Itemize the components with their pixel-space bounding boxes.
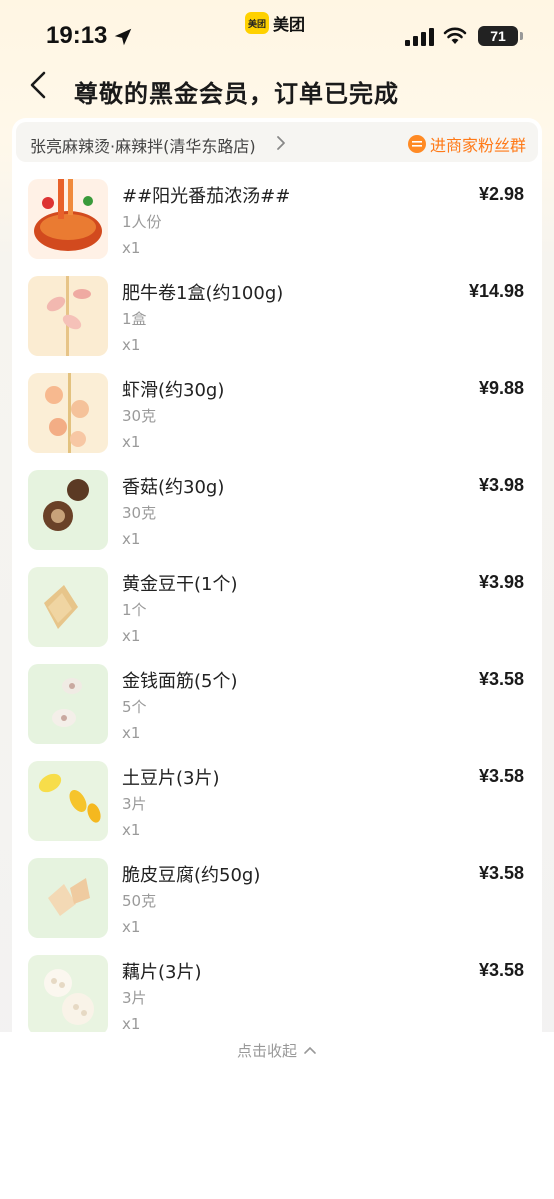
item-price: ¥3.58 <box>478 766 524 786</box>
store-bar: 张亮麻辣烫·麻辣拌(清华东路店) 进商家粉丝群 <box>16 122 538 162</box>
item-spec: 3片 <box>122 989 147 1007</box>
item-price: ¥2.98 <box>478 184 524 204</box>
gluten-image <box>28 664 108 744</box>
item-name: 黄金豆干(1个) <box>122 574 238 595</box>
order-item[interactable]: ##阳光番茄浓汤## 1人份 x1 ¥2.98 <box>12 176 542 273</box>
item-quantity: x1 <box>122 336 141 354</box>
order-item[interactable]: 土豆片(3片) 3片 x1 ¥3.58 <box>12 758 542 855</box>
tomato-soup-image <box>28 179 108 259</box>
order-item[interactable]: 虾滑(约30g) 30克 x1 ¥9.88 <box>12 370 542 467</box>
item-spec: 1盒 <box>122 310 147 328</box>
store-name-link[interactable]: 张亮麻辣烫·麻辣拌(清华东路店) <box>30 133 256 157</box>
page-title: 尊敬的黑金会员，订单已完成 <box>74 80 399 108</box>
bottom-area <box>0 1068 554 1199</box>
beef-roll-image <box>28 276 108 356</box>
order-item-list: ##阳光番茄浓汤## 1人份 x1 ¥2.98 肥牛卷1盒(约100g) 1盒 x1 ¥14.… <box>12 176 542 1146</box>
battery-indicator: 71 <box>478 26 518 46</box>
chevron-right-icon[interactable] <box>275 135 287 151</box>
collapse-button[interactable]: 点击收起 <box>0 1032 554 1068</box>
back-arrow-icon[interactable] <box>26 70 52 100</box>
item-price: ¥14.98 <box>468 281 524 301</box>
item-quantity: x1 <box>122 433 141 451</box>
item-price: ¥3.58 <box>478 960 524 980</box>
app-name: 美团 <box>273 15 306 34</box>
tofu-dry-image <box>28 567 108 647</box>
item-spec: 30克 <box>122 504 157 522</box>
app-badge[interactable]: 美团 美团 <box>245 11 305 35</box>
order-item[interactable]: 肥牛卷1盒(约100g) 1盒 x1 ¥14.98 <box>12 273 542 370</box>
item-quantity: x1 <box>122 530 141 548</box>
cellular-signal-icon <box>405 28 434 46</box>
item-quantity: x1 <box>122 239 141 257</box>
order-item[interactable]: 香菇(约30g) 30克 x1 ¥3.98 <box>12 467 542 564</box>
battery-cap <box>520 32 523 40</box>
item-name: 藕片(3片) <box>122 962 202 983</box>
item-spec: 1个 <box>122 601 147 619</box>
item-name: 香菇(约30g) <box>122 477 225 498</box>
potato-image <box>28 761 108 841</box>
item-price: ¥3.58 <box>478 863 524 883</box>
item-quantity: x1 <box>122 724 141 742</box>
item-name: 脆皮豆腐(约50g) <box>122 865 261 886</box>
item-price: ¥3.98 <box>478 475 524 495</box>
shiitake-image <box>28 470 108 550</box>
item-spec: 30克 <box>122 407 157 425</box>
item-price: ¥3.98 <box>478 572 524 592</box>
item-quantity: x1 <box>122 627 141 645</box>
wifi-icon <box>443 27 467 44</box>
item-name: 土豆片(3片) <box>122 768 220 789</box>
page-header: 尊敬的黑金会员，订单已完成 <box>0 62 554 116</box>
chevron-up-icon <box>304 1046 316 1054</box>
item-spec: 5个 <box>122 698 147 716</box>
item-name: 金钱面筋(5个) <box>122 671 238 692</box>
collapse-label: 点击收起 <box>236 1041 297 1060</box>
item-price: ¥3.58 <box>478 669 524 689</box>
meituan-logo-icon: 美团 <box>245 12 269 34</box>
item-quantity: x1 <box>122 821 141 839</box>
item-name: ##阳光番茄浓汤## <box>122 186 291 207</box>
item-quantity: x1 <box>122 1015 141 1033</box>
item-quantity: x1 <box>122 918 141 936</box>
status-time: 19:13 <box>46 22 108 49</box>
item-name: 肥牛卷1盒(约100g) <box>122 283 284 304</box>
status-bar: 19:13 美团 美团 71 <box>0 0 554 60</box>
crispy-tofu-image <box>28 858 108 938</box>
item-price: ¥9.88 <box>478 378 524 398</box>
fan-group-label: 进商家粉丝群 <box>429 136 526 155</box>
item-name: 虾滑(约30g) <box>122 380 225 401</box>
order-item[interactable]: 金钱面筋(5个) 5个 x1 ¥3.58 <box>12 661 542 758</box>
item-spec: 50克 <box>122 892 157 910</box>
location-arrow-icon <box>114 28 132 46</box>
lotus-root-image <box>28 955 108 1035</box>
order-item[interactable]: 黄金豆干(1个) 1个 x1 ¥3.98 <box>12 564 542 661</box>
shrimp-paste-image <box>28 373 108 453</box>
item-spec: 3片 <box>122 795 147 813</box>
chat-bubble-icon <box>407 135 426 153</box>
fan-group-button[interactable]: 进商家粉丝群 <box>407 132 526 156</box>
item-spec: 1人份 <box>122 213 162 231</box>
order-item[interactable]: 脆皮豆腐(约50g) 50克 x1 ¥3.58 <box>12 855 542 952</box>
order-card: 张亮麻辣烫·麻辣拌(清华东路店) 进商家粉丝群 ##阳光番茄浓汤## 1人份 x1 ¥… <box>12 118 542 1158</box>
